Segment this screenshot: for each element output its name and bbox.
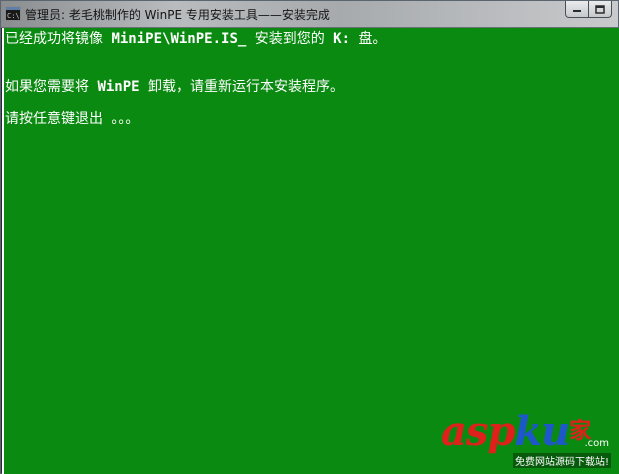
watermark-logo: aspku家 xyxy=(441,408,591,455)
minimize-button[interactable] xyxy=(565,1,589,18)
title-bar[interactable]: C:\ 管理员: 老毛桃制作的 WinPE 专用安装工具——安装完成 xyxy=(1,1,618,28)
window-controls xyxy=(565,1,612,20)
console-window: C:\ 管理员: 老毛桃制作的 WinPE 专用安装工具——安装完成 已经成功将… xyxy=(0,0,619,474)
console-output[interactable]: 已经成功将镜像 MiniPE\WinPE.IS_ 安装到您的 K: 盘。 如果您… xyxy=(2,28,619,474)
maximize-icon xyxy=(595,4,605,14)
logo-asp: asp xyxy=(441,408,515,455)
line1-text-a: 已经成功将镜像 xyxy=(5,31,112,47)
console-line-2: 如果您需要将 WinPE 卸载，请重新运行本安装程序。 xyxy=(5,78,344,96)
console-app-icon: C:\ xyxy=(5,6,21,21)
console-left-edge xyxy=(2,28,4,474)
maximize-button[interactable] xyxy=(588,1,612,18)
line2-text-a: 如果您需要将 xyxy=(5,79,98,95)
watermark-slogan: 免费网站源码下载站! xyxy=(512,453,611,468)
drive-letter: K: xyxy=(333,31,351,47)
watermark-domain: .com xyxy=(584,438,609,449)
line1-text-c: 盘。 xyxy=(350,31,387,47)
winpe-name: WinPE xyxy=(97,79,140,95)
console-line-1: 已经成功将镜像 MiniPE\WinPE.IS_ 安装到您的 K: 盘。 xyxy=(5,30,386,48)
window-title: 管理员: 老毛桃制作的 WinPE 专用安装工具——安装完成 xyxy=(25,8,330,22)
line2-text-b: 卸载，请重新运行本安装程序。 xyxy=(139,79,345,95)
minimize-icon xyxy=(573,10,581,12)
line1-text-b: 安装到您的 xyxy=(246,31,334,47)
svg-text:C:\: C:\ xyxy=(7,12,20,20)
site-watermark: aspku家 .com 免费网站源码下载站! xyxy=(441,408,611,468)
console-line-3: 请按任意键退出 。。。 xyxy=(5,111,140,127)
logo-ku: ku xyxy=(514,408,570,455)
image-path: MiniPE\WinPE.IS_ xyxy=(111,31,247,47)
